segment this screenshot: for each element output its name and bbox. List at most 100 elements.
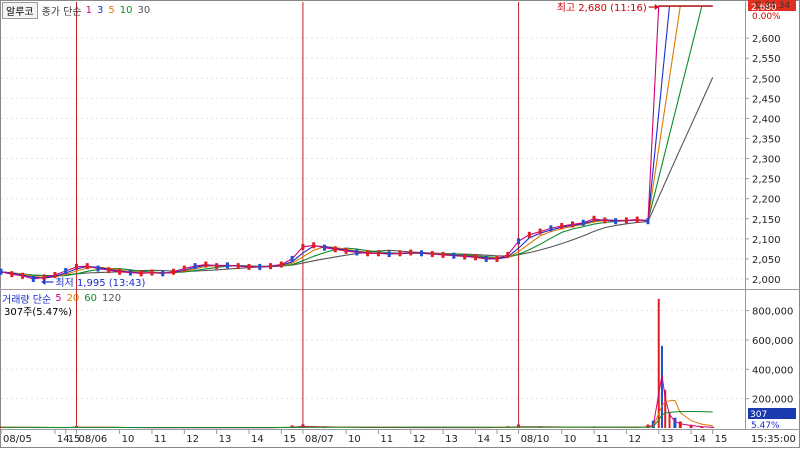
price-candle [10,271,14,278]
price-ma-period-5[interactable]: 5 [108,5,114,16]
price-candle [225,262,229,269]
x-tick-label: 14 [251,434,264,445]
x-tick-label: 13 [661,434,674,445]
price-candle [172,268,176,275]
price-candle [139,270,143,277]
price-candle [96,265,100,272]
price-y-tick-label: 2,300 [752,155,781,166]
price-candle [495,255,499,262]
price-legend: 알루코 종가 단순 1 3 5 10 30 [2,2,150,19]
x-tick-label: 13 [445,434,458,445]
x-tick-label: 12 [413,434,426,445]
x-tick-label: 15 [715,434,728,445]
price-candle [592,215,596,222]
price-candle [64,267,68,274]
volume-ma-line-20 [0,399,713,429]
price-candle [635,216,639,223]
price-ma-period-10[interactable]: 10 [120,5,133,16]
price-candle [74,263,78,270]
price-y-tick-label: 2,350 [752,134,781,145]
price-candle [646,218,650,225]
price-candle [344,247,348,254]
price-candle [624,217,628,224]
price-candle [301,243,305,250]
x-tick-label: 14 [477,434,490,445]
price-y-tick-label: 2,600 [752,34,781,45]
price-candle [463,253,467,260]
x-tick-label: 08/05 [3,434,32,445]
volume-y-tick-label: 200,000 [752,395,793,406]
price-candle [150,269,154,276]
price-candle [452,252,456,259]
price-ma-line-3 [0,5,713,279]
x-tick-label: 08/10 [521,434,550,445]
volume-y-tick-label: 400,000 [752,365,793,376]
last-volume-pct: 5.47% [751,421,780,431]
x-tick-label: 11 [380,434,393,445]
time-label: 15:35:00 [751,434,796,445]
volume-ma-line-60 [0,410,713,429]
price-y-tick-label: 2,450 [752,94,781,105]
last-volume-label: 307 [750,410,767,420]
stock-chart[interactable]: 2,600 2,550 2,500 2,450 2,400 2,350 2,300 2,250… [0,0,800,448]
volume-y-tick-label: 600,000 [752,336,793,347]
price-candle [193,263,197,270]
price-candle [549,225,553,232]
price-candle [570,221,574,228]
price-candle [128,269,132,276]
price-candle [279,261,283,268]
price-ma-line-5 [0,5,713,278]
price-ma-period-30[interactable]: 30 [137,5,150,16]
price-candle [376,250,380,257]
chart-frame [0,0,800,448]
price-candle [0,268,3,275]
price-series-group [0,5,714,282]
price-candle [118,268,122,275]
chart-stage: 2,600 2,550 2,500 2,450 2,400 2,350 2,300 2,250… [0,0,800,448]
volume-bar [657,298,660,428]
x-tick-label: 15 [283,434,296,445]
price-candle [236,263,240,270]
price-candle [333,246,337,253]
price-y-tick-label: 2,500 [752,74,781,85]
price-candle [269,263,273,270]
x-tick-label: 08/06 [78,434,107,445]
price-y-tick-label: 2,400 [752,114,781,125]
x-tick-label: 13 [219,434,232,445]
volume-ma-period-120[interactable]: 120 [102,293,121,304]
x-tick-label: 15 [499,434,512,445]
price-candle [398,250,402,257]
change-percent: 0.00% [752,12,781,22]
price-ma-period-3[interactable]: 3 [97,5,103,16]
top-readout: C:34.34 [755,1,791,11]
price-candle [355,249,359,256]
price-ma-period-1[interactable]: 1 [86,5,92,16]
price-candle [430,251,434,258]
price-ma-line-10 [0,5,713,277]
volume-ma-line-5 [0,375,713,429]
price-candle [85,263,89,270]
volume-ma-period-60[interactable]: 60 [84,293,97,304]
price-y-tick-label: 2,550 [752,54,781,65]
high-annotation: 최고 2,680 (11:16) [557,2,647,14]
price-candle [614,218,618,225]
stock-name[interactable]: 알루코 [2,2,38,19]
price-candle [560,222,564,229]
price-y-tick-label: 2,250 [752,175,781,186]
price-y-tick-label: 2,150 [752,215,781,226]
price-candle [182,265,186,272]
price-candle [420,250,424,257]
x-tick-label: 11 [596,434,609,445]
volume-readout: 307주(5.47%) [4,307,72,318]
price-candle [21,272,25,279]
price-candle [506,251,510,258]
x-tick-label: 10 [564,434,577,445]
price-candle [247,263,251,270]
x-tick-label: 12 [628,434,641,445]
price-candle [322,244,326,251]
x-tick-label: 11 [154,434,167,445]
price-candle [290,255,294,262]
price-candle [366,250,370,257]
price-candle [473,254,477,261]
x-tick-label: 10 [348,434,361,445]
